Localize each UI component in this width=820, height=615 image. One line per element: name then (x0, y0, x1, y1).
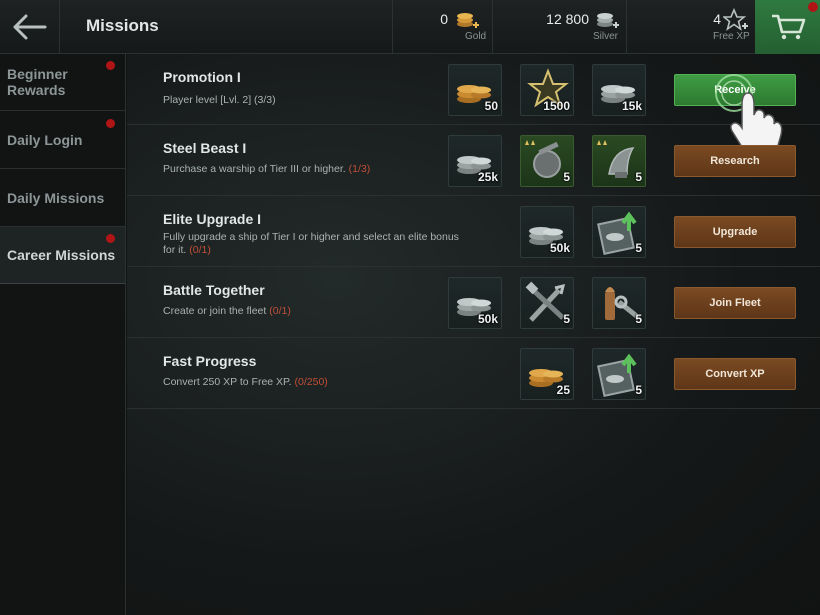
reward-amount: 1500 (543, 99, 570, 113)
back-button[interactable] (0, 0, 60, 54)
gold-label: Gold (465, 31, 487, 42)
notification-dot (106, 119, 115, 128)
mission-title: Promotion I (163, 69, 241, 85)
mission-description: Convert 250 XP to Free XP. (0/250) (163, 376, 463, 389)
mission-desc-text: Player level [Lvl. 2] (163, 94, 252, 106)
notification-dot (106, 61, 115, 70)
reward-radar-module[interactable]: 5 (592, 135, 646, 187)
reward-amount: 25k (477, 170, 498, 184)
page-title: Missions (86, 16, 159, 35)
gold-coins-icon (457, 13, 479, 28)
upgrade-button[interactable]: Upgrade (674, 216, 796, 248)
mission-progress: (0/250) (294, 376, 328, 388)
freexp-value: 4 (713, 11, 721, 27)
reward-amount: 5 (635, 241, 642, 255)
mission-row-battle-together: Battle Together Create or join the fleet… (127, 267, 820, 338)
reward-amount: 50 (484, 99, 498, 113)
sidebar-item-label: Daily Login (7, 132, 83, 148)
reward-gold[interactable]: 50 (448, 64, 502, 116)
reward-shell-wrench[interactable]: 5 (592, 277, 646, 329)
gold-value: 0 (440, 11, 448, 27)
mission-row-elite-upgrade: Elite Upgrade I Fully upgrade a ship of … (127, 196, 820, 267)
freexp-balance[interactable]: 4 Free XP (626, 0, 755, 54)
mission-title: Battle Together (163, 282, 265, 298)
mission-progress: (3/3) (254, 94, 276, 106)
cart-icon (771, 14, 805, 40)
mission-description: Create or join the fleet (0/1) (163, 305, 463, 318)
arrow-left-icon (13, 14, 46, 40)
sidebar: Beginner Rewards Daily Login Daily Missi… (0, 54, 126, 615)
mission-progress: (0/1) (269, 305, 291, 317)
sidebar-item-label: Beginner Rewards (7, 66, 68, 98)
mission-row-fast-progress: Fast Progress Convert 250 XP to Free XP.… (127, 338, 820, 409)
sidebar-item-beginner-rewards[interactable]: Beginner Rewards (0, 54, 125, 111)
freexp-label: Free XP (713, 31, 750, 42)
shop-cart-button[interactable] (755, 0, 820, 54)
silver-coins-icon (597, 13, 619, 28)
mission-row-steel-beast: Steel Beast I Purchase a warship of Tier… (127, 125, 820, 196)
freexp-star-icon (723, 8, 748, 31)
reward-gold[interactable]: 25 (520, 348, 574, 400)
reward-amount: 5 (635, 170, 642, 184)
notification-dot (106, 234, 115, 243)
reward-elite-upgrade[interactable]: 5 (592, 206, 646, 258)
mission-progress: (1/3) (348, 163, 371, 175)
reward-amount: 50k (549, 241, 570, 255)
reward-amount: 5 (563, 312, 570, 326)
reward-silver[interactable]: 50k (520, 206, 574, 258)
reward-amount: 5 (563, 170, 570, 184)
mission-description: Purchase a warship of Tier III or higher… (163, 163, 463, 176)
reward-amount: 15k (621, 99, 642, 113)
reward-elite-upgrade[interactable]: 5 (592, 348, 646, 400)
mission-desc-text: Create or join the fleet (163, 305, 267, 317)
join-fleet-button[interactable]: Join Fleet (674, 287, 796, 319)
reward-silver[interactable]: 25k (448, 135, 502, 187)
mission-description: Fully upgrade a ship of Tier I or higher… (163, 231, 463, 257)
mission-row-promotion: Promotion I Player level [Lvl. 2] (3/3) … (127, 54, 820, 153)
sidebar-item-label: Daily Missions (7, 190, 105, 206)
top-bar: Missions 0 Gold 12 800 Silver 4 Free XP (0, 0, 820, 54)
convert-xp-button[interactable]: Convert XP (674, 358, 796, 390)
reward-silver[interactable]: 50k (448, 277, 502, 329)
reward-silver[interactable]: 15k (592, 64, 646, 116)
mission-title: Steel Beast I (163, 140, 247, 156)
silver-label: Silver (593, 31, 619, 42)
notification-dot (808, 2, 818, 12)
sidebar-item-career-missions[interactable]: Career Missions (0, 227, 125, 284)
sidebar-item-daily-missions[interactable]: Daily Missions (0, 170, 125, 227)
silver-value: 12 800 (546, 11, 589, 27)
reward-amount: 5 (635, 312, 642, 326)
mission-title: Fast Progress (163, 353, 257, 369)
mission-desc-text: Convert 250 XP to Free XP. (163, 376, 292, 388)
mission-desc-text: Purchase a warship of Tier III or higher… (163, 163, 346, 175)
mission-title: Elite Upgrade I (163, 211, 262, 227)
reward-turret-module[interactable]: 5 (520, 135, 574, 187)
research-button[interactable]: Research (674, 145, 796, 177)
silver-balance[interactable]: 12 800 Silver (492, 0, 626, 54)
reward-amount: 25 (556, 383, 570, 397)
sidebar-item-label: Career Missions (7, 247, 116, 263)
reward-amount: 5 (635, 383, 642, 397)
sidebar-item-daily-login[interactable]: Daily Login (0, 112, 125, 169)
reward-amount: 50k (477, 312, 498, 326)
missions-list: Promotion I Player level [Lvl. 2] (3/3) … (127, 54, 820, 615)
reward-repair-tools[interactable]: 5 (520, 277, 574, 329)
gold-balance[interactable]: 0 Gold (392, 0, 492, 54)
reward-xp[interactable]: 1500 (520, 64, 574, 116)
mission-description: Player level [Lvl. 2] (3/3) (163, 94, 463, 107)
mission-progress: (0/1) (189, 244, 211, 256)
